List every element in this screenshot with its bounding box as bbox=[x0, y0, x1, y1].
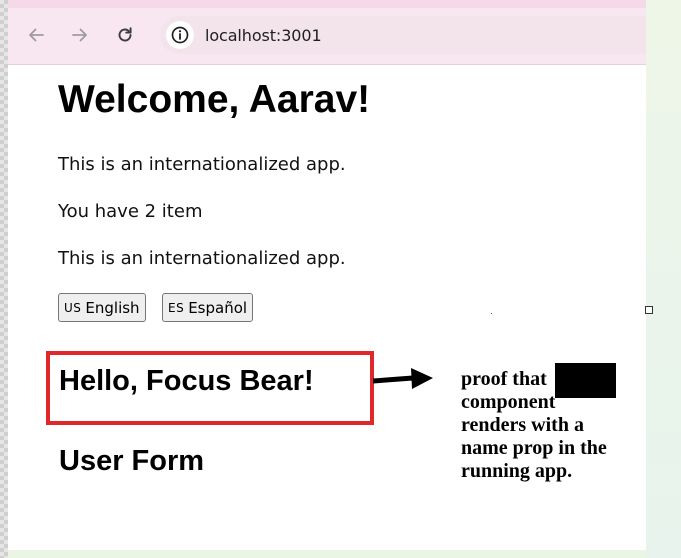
reload-button[interactable] bbox=[111, 21, 139, 49]
spanish-button[interactable]: ES Español bbox=[162, 293, 254, 322]
item-count-text: You have 2 item bbox=[58, 201, 203, 222]
browser-window: localhost:3001 Welcome, Aarav! This is a… bbox=[8, 0, 646, 550]
welcome-heading: Welcome, Aarav! bbox=[58, 78, 371, 121]
intro-text-repeat: This is an internationalized app. bbox=[58, 248, 346, 269]
resize-handle[interactable] bbox=[645, 306, 653, 314]
forward-button[interactable] bbox=[66, 21, 94, 49]
page-content: Welcome, Aarav! This is an international… bbox=[8, 65, 646, 550]
transparency-checker-edge bbox=[0, 0, 8, 558]
es-flag-icon: ES bbox=[168, 300, 185, 315]
intro-text: This is an internationalized app. bbox=[58, 154, 346, 175]
us-flag-icon: US bbox=[64, 300, 82, 315]
hello-heading: Hello, Focus Bear! bbox=[59, 365, 314, 397]
tab-strip bbox=[8, 0, 646, 8]
english-label: English bbox=[85, 298, 140, 317]
site-info-icon bbox=[171, 26, 189, 44]
annotation-arrow-icon bbox=[373, 368, 433, 389]
back-button[interactable] bbox=[22, 21, 50, 49]
redaction-block bbox=[555, 363, 616, 398]
site-info-button[interactable] bbox=[166, 21, 194, 49]
user-form-heading: User Form bbox=[59, 445, 205, 477]
stray-dot bbox=[491, 313, 492, 314]
browser-toolbar: localhost:3001 bbox=[8, 8, 646, 65]
reload-icon bbox=[118, 27, 132, 42]
spanish-label: Español bbox=[188, 298, 248, 317]
desktop-background bbox=[646, 0, 681, 558]
forward-arrow-icon bbox=[72, 28, 87, 42]
url-text[interactable]: localhost:3001 bbox=[205, 26, 322, 45]
back-arrow-icon bbox=[29, 28, 44, 42]
english-button[interactable]: US English bbox=[58, 293, 146, 322]
address-bar[interactable]: localhost:3001 bbox=[160, 16, 646, 54]
